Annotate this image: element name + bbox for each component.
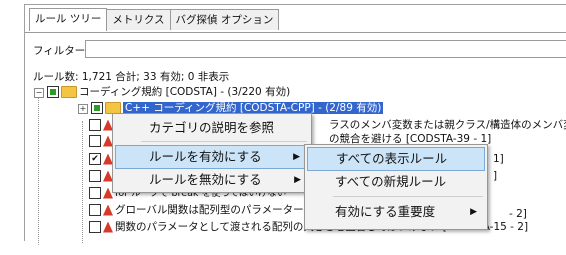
rule-severity-icon — [103, 204, 113, 216]
menu-separator — [333, 196, 483, 197]
filter-input[interactable] — [85, 40, 566, 58]
checkbox[interactable] — [89, 170, 101, 182]
tree-guide-line — [82, 121, 83, 243]
tab-rule-tree[interactable]: ルール ツリー — [29, 8, 108, 31]
expand-icon[interactable]: + — [78, 104, 88, 114]
collapse-icon[interactable]: − — [34, 88, 44, 98]
tab-bug-detective-options[interactable]: バグ探偵 オプション — [169, 9, 280, 30]
menu-item-enable-rules[interactable]: ルールを有効にする ▶ — [115, 145, 309, 169]
checkbox-checked[interactable]: ✔ — [89, 153, 101, 165]
folder-icon — [61, 86, 77, 98]
tree-guide-line — [38, 95, 39, 245]
checkbox[interactable] — [89, 119, 101, 131]
tree-row-label: コーディング規約 [CODSTA] - (3/220 有効) — [79, 86, 291, 98]
menu-item-enable-severity[interactable]: 有効にする重要度 ▶ — [307, 201, 485, 223]
rule-summary: ルール数: 1,721 合計; 33 有効; 0 非表示 — [33, 71, 230, 83]
tree-row[interactable]: グローバル関数は配列型のパラメーターを — [89, 202, 314, 218]
tree-row-root[interactable]: コーディング規約 [CODSTA] - (3/220 有効) — [47, 84, 290, 100]
context-menu: カテゴリの説明を参照 ルールを有効にする ▶ ルールを無効にする ▶ — [112, 113, 312, 193]
checkbox[interactable] — [89, 187, 101, 199]
checkbox[interactable] — [89, 204, 101, 216]
submenu-arrow-icon: ▶ — [293, 152, 300, 162]
tab-metrics[interactable]: メトリクス — [106, 9, 171, 30]
checkbox[interactable] — [89, 221, 101, 233]
tree-row-text: ] — [493, 170, 498, 182]
menu-item-view-category-description[interactable]: カテゴリの説明を参照 — [115, 117, 309, 139]
menu-item-all-visible-rules[interactable]: すべての表示ルール — [307, 147, 485, 171]
checkbox-partial[interactable] — [91, 102, 103, 114]
filter-label: フィルター — [33, 45, 86, 57]
checkbox[interactable] — [89, 135, 101, 147]
menu-item-disable-rules[interactable]: ルールを無効にする ▶ — [115, 169, 309, 191]
menu-separator — [141, 141, 307, 142]
tree-row-text: 1] — [493, 153, 504, 165]
tab-bar: ルール ツリー メトリクス バグ探偵 オプション — [29, 8, 280, 31]
submenu: すべての表示ルール すべての新規ルール 有効にする重要度 ▶ — [304, 144, 488, 230]
submenu-arrow-icon: ▶ — [470, 207, 477, 217]
checkbox-partial[interactable] — [47, 86, 59, 98]
tab-divider — [25, 32, 566, 33]
rule-severity-icon — [103, 221, 113, 233]
menu-item-all-new-rules[interactable]: すべての新規ルール — [307, 171, 485, 193]
submenu-arrow-icon: ▶ — [294, 175, 301, 185]
